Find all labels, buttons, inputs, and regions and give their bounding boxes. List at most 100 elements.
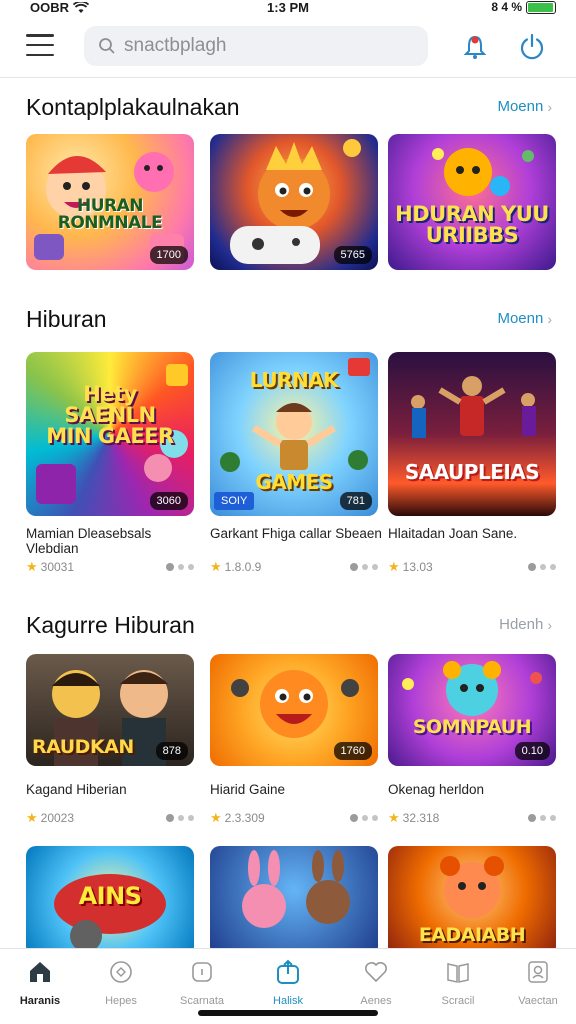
upload-icon [277,959,299,984]
rating: 13.03 [402,560,433,574]
thumbnail-title: SOMNPAUH [412,716,532,738]
tab-label: Scarnata [179,995,225,1007]
rating: 2.3.309 [224,811,265,825]
game-thumbnail: EADAIABH [388,846,556,948]
tab-halisk[interactable]: Halisk [256,959,320,1007]
game-card[interactable]: 5765 [210,134,378,270]
duration-badge: 0.10 [514,742,550,760]
rating: 30031 [40,560,75,574]
duration-badge: 878 [155,742,188,760]
hamburger-menu-icon[interactable] [26,34,54,56]
star-icon: ★ [388,810,400,825]
thumbnail-title: AINS [78,882,142,910]
game-thumbnail: 5765 [210,134,378,270]
game-thumbnail: 1760 [210,654,378,766]
more-options-icon[interactable] [166,814,194,822]
home-indicator[interactable] [198,1010,378,1016]
game-card[interactable]: HDURAN YUU URIIBBS [388,134,556,270]
game-thumbnail: HURAN RONMNALE 1700 [26,134,194,270]
game-card[interactable]: AINS [26,846,194,948]
game-thumbnail: Hety SAENLN MIN GAEER 3060 [26,352,194,516]
game-card[interactable]: EADAIABH [388,846,556,948]
heart-icon [365,962,387,983]
game-card[interactable]: HURAN RONMNALE 1700 [26,134,194,270]
tab-scarnata[interactable]: Scarnata [170,959,234,1007]
tab-aenes[interactable]: Aenes [344,959,408,1007]
star-icon: ★ [26,559,38,574]
more-options-icon[interactable] [528,563,556,571]
game-thumbnail: LURNAK GAMES SOIY 781 [210,352,378,516]
game-card[interactable]: LURNAK GAMES SOIY 781 Garkant Fhiga call… [210,352,382,578]
section-kagurre-hiburan: Kagurre Hiburan Hdenh › RAUDKAN 878 Kagan… [0,596,576,856]
thumbnail-title-bottom: GAMES [255,470,333,494]
search-bar[interactable] [84,26,428,66]
game-card[interactable]: 1760 Hiarid Gaine ★ 2.3.309 [210,654,378,825]
battery-percent: 8 4 % [491,0,522,14]
tab-haranis[interactable]: Haranis [8,959,72,1007]
search-input[interactable] [124,35,404,57]
gamepad-icon [110,961,132,983]
notification-bell-icon[interactable] [460,32,490,62]
game-thumbnail: HDURAN YUU URIIBBS [388,134,556,270]
section-title: Kontaplplakaulnakan [26,94,240,120]
tab-vaectan[interactable]: Vaectan [506,959,570,1007]
tab-label: Hepes [105,995,137,1007]
clock: 1:3 PM [267,0,309,15]
duration-badge: 781 [339,492,372,510]
tab-label: Scracil [441,995,475,1007]
section-title: Hiburan [26,306,107,332]
tab-scracil[interactable]: Scracil [426,959,490,1007]
game-thumbnail: RAUDKAN 878 [26,654,194,766]
section-hiburan: Hiburan Moenn › Hety SAENLN MIN GAEER 306… [0,290,576,590]
rating: 32.318 [402,811,440,825]
tab-label: Aenes [360,995,392,1007]
home-icon [30,962,50,982]
game-card[interactable] [210,846,378,948]
star-icon: ★ [210,810,222,825]
star-icon: ★ [388,559,400,574]
see-more-link[interactable]: Moenn › [497,98,552,115]
game-title: Garkant Fhiga callar Sbeaen [210,526,382,541]
game-title: Hlaitadan Joan Sane. [388,526,518,541]
game-thumbnail: AINS [26,846,194,948]
book-icon [447,963,469,983]
tab-hepes[interactable]: Hepes [89,959,153,1007]
game-card[interactable]: RAUDKAN 878 Kagand Hiberian ★ 20023 [26,654,194,825]
star-icon: ★ [26,810,38,825]
game-meta: ★ 2.3.309 [210,810,378,826]
game-card[interactable]: SAAUPLEIAS Hlaitadan Joan Sane. ★ 13.03 [388,352,556,578]
game-thumbnail [210,846,378,948]
game-meta: ★ 32.318 [388,810,556,826]
thumbnail-title: EADAIABH [418,924,526,946]
more-options-icon[interactable] [350,563,378,571]
tab-label: Vaectan [518,995,558,1007]
section-title: Kagurre Hiburan [26,612,195,638]
thumbnail-title: SAAUPLEIAS [404,460,540,484]
tab-label: Haranis [19,995,61,1007]
card-icon [192,962,212,982]
game-meta: ★ 20023 [26,810,194,826]
chevron-right-icon: › [547,616,552,633]
power-icon[interactable] [517,32,547,62]
battery-level [528,2,553,12]
game-title: Hiarid Gaine [210,782,286,797]
more-options-icon[interactable] [528,814,556,822]
see-more-link[interactable]: Hdenh › [499,616,552,633]
battery-icon [526,0,556,14]
more-options-icon[interactable] [166,563,194,571]
more-options-icon[interactable] [350,814,378,822]
main-content[interactable]: Kontaplplakaulnakan Moenn › HURAN RONMNAL… [0,78,576,948]
game-thumbnail: SAAUPLEIAS [388,352,556,516]
see-more-link[interactable]: Moenn › [497,310,552,327]
top-bar [0,18,576,78]
battery-status: 8 4 % [491,0,556,14]
thumbnail-title: Hety SAENLN MIN GAEER [46,382,174,448]
section-kontaplplakaulnakan: Kontaplplakaulnakan Moenn › HURAN RONMNAL… [0,78,576,278]
thumbnail-title: HDURAN YUU URIIBBS [395,202,549,247]
tab-label: Halisk [273,995,303,1007]
game-card[interactable]: SOMNPAUH 0.10 Okenag herldon ★ 32.318 [388,654,556,825]
game-card[interactable]: Hety SAENLN MIN GAEER 3060 Mamian Dlease… [26,352,194,578]
game-meta: ★ 30031 [26,559,194,575]
game-title: Kagand Hiberian [26,782,127,797]
duration-badge: 1760 [333,742,372,760]
